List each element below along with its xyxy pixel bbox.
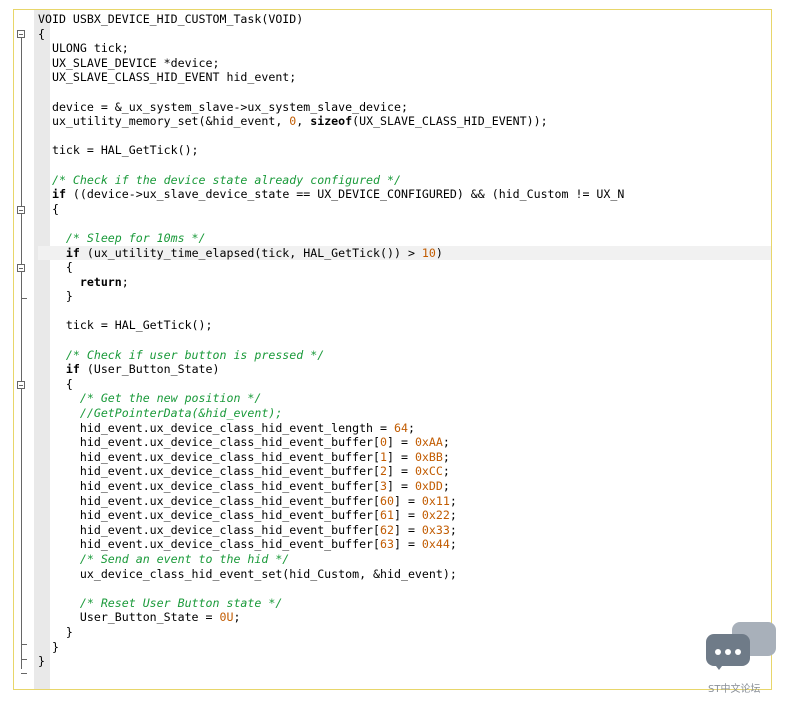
fold-end-marker <box>21 644 27 645</box>
fold-toggle-if-configured[interactable] <box>17 206 25 214</box>
code-line: { <box>38 201 59 216</box>
code-line: //GetPointerData(&hid_event); <box>38 406 283 421</box>
code-line: } <box>38 639 59 654</box>
code-line: hid_event.ux_device_class_hid_event_leng… <box>38 420 415 435</box>
fold-toggle-function[interactable] <box>17 30 25 38</box>
fold-toggle-if-button[interactable] <box>17 381 25 389</box>
code-line: { <box>38 26 45 41</box>
code-line: /* Check if user button is pressed */ <box>38 347 325 362</box>
chat-dot-icon <box>725 649 731 655</box>
code-line: /* Check if the device state already con… <box>38 172 401 187</box>
code-line: hid_event.ux_device_class_hid_event_buff… <box>38 493 457 508</box>
code-line: device = &_ux_system_slave->ux_system_sl… <box>38 99 408 114</box>
code-line: /* Get the new position */ <box>38 391 262 406</box>
code-line: tick = HAL_GetTick(); <box>38 143 199 158</box>
fold-toggle-if-elapsed[interactable] <box>17 264 25 272</box>
code-line: /* Reset User Button state */ <box>38 595 283 610</box>
code-editor-frame: VOID USBX_DEVICE_HID_CUSTOM_Task(VOID){ … <box>13 9 772 690</box>
code-line: return; <box>79 274 129 289</box>
chat-dot-icon <box>735 649 741 655</box>
forum-watermark: ST中文论坛 <box>703 620 779 696</box>
code-line: hid_event.ux_device_class_hid_event_buff… <box>38 449 450 464</box>
code-line: User_Button_State = 0U; <box>38 610 241 625</box>
chat-bubble-tail-icon <box>713 662 725 670</box>
code-line: if (User_Button_State) <box>65 362 220 377</box>
fold-guide <box>21 38 22 669</box>
code-line: UX_SLAVE_CLASS_HID_EVENT hid_event; <box>38 70 297 85</box>
fold-end-marker <box>21 298 27 299</box>
fold-end-marker <box>21 659 27 660</box>
code-line: { <box>38 260 73 275</box>
code-line: VOID USBX_DEVICE_HID_CUSTOM_Task(VOID) <box>38 12 304 26</box>
fold-gutter <box>14 10 36 689</box>
code-line: hid_event.ux_device_class_hid_event_buff… <box>38 522 457 537</box>
code-line: tick = HAL_GetTick(); <box>38 318 213 333</box>
code-line: if (ux_utility_time_elapsed(tick, HAL_Ge… <box>38 245 771 261</box>
code-line: hid_event.ux_device_class_hid_event_buff… <box>38 464 450 479</box>
code-line: } <box>38 624 73 639</box>
code-line: } <box>38 289 73 304</box>
code-line: { <box>38 376 73 391</box>
code-line: /* Send an event to the hid */ <box>38 551 290 566</box>
code-line: hid_event.ux_device_class_hid_event_buff… <box>38 479 450 493</box>
code-line: ux_utility_memory_set(&hid_event, 0, siz… <box>38 114 548 129</box>
fold-end-marker <box>21 673 27 674</box>
code-line: hid_event.ux_device_class_hid_event_buff… <box>38 508 457 523</box>
code-area[interactable]: VOID USBX_DEVICE_HID_CUSTOM_Task(VOID){ … <box>38 12 771 669</box>
code-line: ux_device_class_hid_event_set(hid_Custom… <box>38 566 457 581</box>
code-line: hid_event.ux_device_class_hid_event_buff… <box>38 435 450 450</box>
code-line: } <box>38 654 45 669</box>
chat-dot-icon <box>715 649 721 655</box>
code-line: ULONG tick; <box>38 41 129 56</box>
code-line: hid_event.ux_device_class_hid_event_buff… <box>38 537 457 552</box>
watermark-text: ST中文论坛 <box>708 684 761 695</box>
code-line: UX_SLAVE_DEVICE *device; <box>38 55 220 70</box>
code-line: /* Sleep for 10ms */ <box>38 230 206 245</box>
code-line: if ((device->ux_slave_device_state == UX… <box>51 187 625 202</box>
